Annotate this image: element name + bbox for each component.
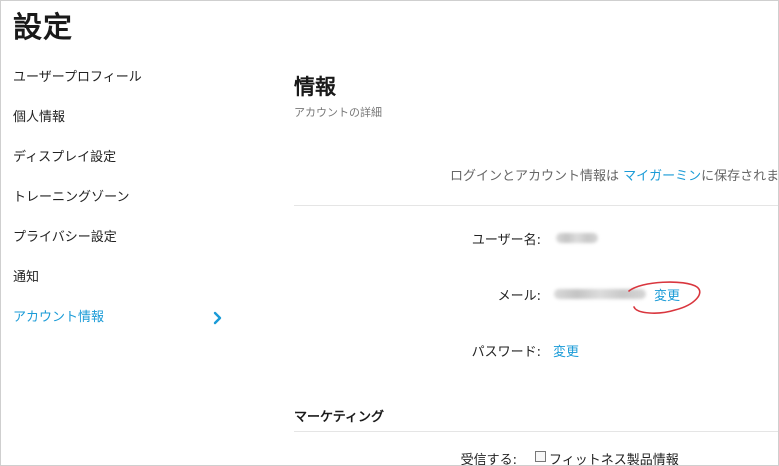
sidebar-item-label: 通知 <box>13 270 40 285</box>
receive-label: 受信する: <box>460 453 517 466</box>
settings-window: 設定 ユーザープロフィール 個人情報 ディスプレイ設定 トレーニングゾーン プラ… <box>0 0 779 466</box>
sidebar-item-notifications[interactable]: 通知 <box>1 259 241 299</box>
sidebar-item-label: アカウント情報 <box>13 310 105 325</box>
notice-suffix: に保存されます <box>701 169 779 184</box>
username-label: ユーザー名: <box>471 233 541 248</box>
sidebar-item-label: プライバシー設定 <box>13 230 117 245</box>
marketing-title: マーケティング <box>294 410 384 425</box>
sidebar-item-account-info[interactable]: アカウント情報 <box>1 299 241 339</box>
sidebar-item-privacy-settings[interactable]: プライバシー設定 <box>1 219 241 259</box>
chevron-right-icon <box>213 311 222 325</box>
section-subtitle: アカウントの詳細 <box>294 106 382 119</box>
notice-prefix: ログインとアカウント情報は <box>450 169 624 184</box>
page-title: 設定 <box>13 10 74 44</box>
sidebar-item-label: ユーザープロフィール <box>13 70 142 85</box>
sidebar-item-label: トレーニングゾーン <box>13 190 130 205</box>
sidebar: ユーザープロフィール 個人情報 ディスプレイ設定 トレーニングゾーン プライバシ… <box>1 59 241 339</box>
section-title: 情報 <box>294 75 336 99</box>
section-divider <box>294 205 778 206</box>
sidebar-item-training-zones[interactable]: トレーニングゾーン <box>1 179 241 219</box>
account-storage-notice: ログインとアカウント情報は マイガーミンに保存されます <box>450 165 779 184</box>
email-label: メール: <box>497 289 541 304</box>
password-label: パスワード: <box>471 345 541 360</box>
password-change-link[interactable]: 変更 <box>553 341 579 360</box>
sidebar-item-label: 個人情報 <box>13 110 66 125</box>
sidebar-item-personal-info[interactable]: 個人情報 <box>1 99 241 139</box>
username-value-redacted <box>556 233 598 243</box>
fitness-product-info-label[interactable]: フィットネス製品情報 <box>549 449 679 465</box>
my-garmin-link[interactable]: マイガーミン <box>623 169 701 184</box>
fitness-product-info-checkbox[interactable] <box>535 451 546 462</box>
sidebar-item-label: ディスプレイ設定 <box>13 150 117 165</box>
sidebar-item-display-settings[interactable]: ディスプレイ設定 <box>1 139 241 179</box>
marketing-divider <box>294 431 778 432</box>
annotation-circle <box>628 281 701 314</box>
sidebar-item-user-profile[interactable]: ユーザープロフィール <box>1 59 241 99</box>
